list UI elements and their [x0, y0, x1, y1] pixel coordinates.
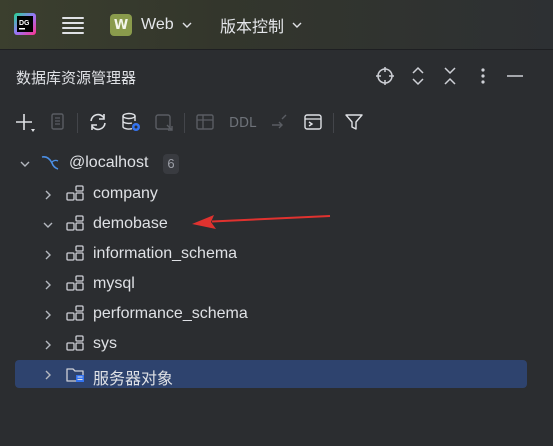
- tree-item-schema[interactable]: company: [0, 179, 553, 209]
- schema-icon: [66, 305, 84, 321]
- chevron-right-icon[interactable]: [42, 309, 54, 321]
- mysql-icon: [41, 156, 59, 170]
- folder-icon: [66, 368, 84, 382]
- schema-icon: [66, 185, 84, 201]
- child-count-badge: 6: [163, 154, 179, 174]
- schema-icon: [66, 245, 84, 261]
- project-name: Web: [141, 16, 174, 33]
- project-badge: W: [110, 14, 132, 36]
- schema-icon: [66, 215, 84, 231]
- vcs-label: 版本控制: [220, 17, 285, 36]
- refresh-icon[interactable]: [87, 111, 109, 133]
- collapse-icon[interactable]: [439, 65, 461, 87]
- tree-item-label: information_schema: [93, 245, 238, 262]
- tree-item-label: mysql: [93, 275, 135, 292]
- app-logo-text: DG: [19, 20, 30, 27]
- tree-item-schema[interactable]: performance_schema: [0, 299, 553, 329]
- chevron-right-icon[interactable]: [42, 339, 54, 351]
- filter-icon[interactable]: [343, 111, 365, 133]
- table-icon: [196, 114, 214, 130]
- compare-icon: [272, 114, 287, 129]
- tree-item-schema[interactable]: sys: [0, 329, 553, 359]
- main-menu-button[interactable]: [62, 14, 84, 34]
- chevron-right-icon[interactable]: [42, 189, 54, 201]
- tree-item-label: company: [93, 185, 158, 202]
- toolbar-separator: [333, 113, 334, 133]
- panel-title: 数据库资源管理器: [16, 69, 137, 87]
- selection-highlight: [15, 360, 527, 388]
- chevron-down-icon[interactable]: [19, 158, 31, 170]
- more-icon[interactable]: [472, 65, 494, 87]
- chevron-down-icon[interactable]: [42, 219, 54, 231]
- tree-item-schema[interactable]: mysql: [0, 269, 553, 299]
- chevron-right-icon[interactable]: [42, 369, 54, 381]
- console-icon[interactable]: [302, 111, 324, 133]
- crosshair-icon[interactable]: [374, 65, 396, 87]
- chevron-down-icon: [292, 22, 302, 28]
- schema-icon: [66, 335, 84, 351]
- explorer-toolbar: DDL: [0, 107, 553, 139]
- tree-item-schema[interactable]: information_schema: [0, 239, 553, 269]
- tree-item-label: sys: [93, 335, 117, 352]
- datasource-properties-icon[interactable]: [120, 111, 142, 133]
- chevron-right-icon[interactable]: [42, 249, 54, 261]
- title-bar: DG W Web 版本控制: [0, 0, 553, 50]
- schema-icon: [66, 275, 84, 291]
- minimize-icon[interactable]: [504, 65, 526, 87]
- chevron-right-icon[interactable]: [42, 279, 54, 291]
- tree-item-server-objects[interactable]: 服务器对象: [0, 359, 553, 389]
- annotation-arrow-icon: [192, 215, 331, 229]
- project-selector[interactable]: W Web: [110, 12, 192, 38]
- toolbar-separator: [77, 113, 78, 133]
- tree-item-label: demobase: [93, 215, 168, 232]
- add-icon[interactable]: [13, 111, 35, 133]
- chevron-down-icon: [182, 22, 192, 28]
- tree-item-label: 服务器对象: [93, 369, 174, 388]
- expand-icon[interactable]: [407, 65, 429, 87]
- copy-icon: [51, 113, 64, 130]
- jump-to-console-icon: [155, 114, 173, 131]
- vcs-menu[interactable]: 版本控制: [220, 12, 302, 38]
- toolbar-separator: [184, 113, 185, 133]
- ddl-button: DDL: [229, 116, 257, 131]
- tree-item-label: @localhost: [69, 154, 149, 171]
- database-explorer-header: 数据库资源管理器: [0, 51, 553, 103]
- tree-item-label: performance_schema: [93, 305, 248, 322]
- datagrip-logo-icon[interactable]: DG: [14, 13, 36, 35]
- tree-item-localhost[interactable]: @localhost 6: [0, 148, 553, 178]
